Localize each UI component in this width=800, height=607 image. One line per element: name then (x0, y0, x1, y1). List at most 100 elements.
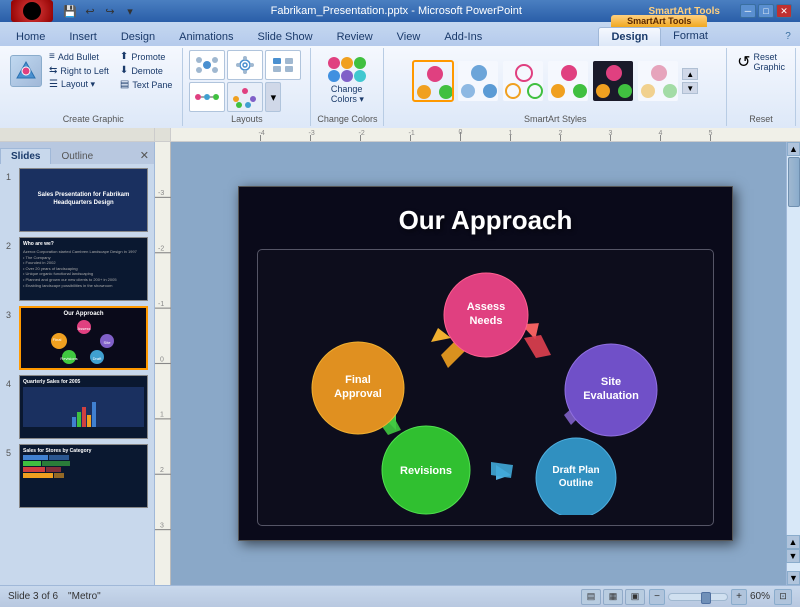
zoom-in-btn[interactable]: + (731, 589, 747, 605)
slide-item-5[interactable]: 5 Sales for Stores by Category (6, 444, 148, 508)
scroll-down-btn[interactable]: ▼ (787, 571, 800, 585)
ribbon: ≡ Add Bullet ⇆ Right to Left ☰ Layout ▾ … (0, 46, 800, 128)
layout-item-4[interactable] (189, 82, 225, 112)
window-title: Fabrikam_Presentation.pptx - Microsoft P… (144, 5, 649, 17)
group-label-smartart-styles: SmartArt Styles (524, 112, 587, 124)
layout-item-2[interactable] (227, 50, 263, 80)
scroll-up-btn[interactable]: ▲ (787, 142, 800, 156)
slide-item-3[interactable]: 3 Our Approach Assess Site Draft (6, 306, 148, 370)
svg-text:-3: -3 (309, 130, 315, 137)
customize-btn[interactable]: ▾ (121, 2, 139, 20)
svg-text:-2: -2 (158, 243, 164, 252)
smartart-style-1[interactable] (412, 60, 454, 102)
layout-btn[interactable]: ☰ Layout ▾ (45, 78, 113, 91)
svg-text:-3: -3 (158, 188, 164, 197)
svg-text:3: 3 (160, 520, 164, 529)
slide-item-4[interactable]: 4 Quarterly Sales for 2005 (6, 375, 148, 439)
window-controls: ─ □ ✕ (740, 4, 792, 18)
theme-info: "Metro" (68, 591, 101, 602)
slide-item-2[interactable]: 2 Who are we? Azerox Corporation started… (6, 237, 148, 301)
svg-text:-1: -1 (409, 130, 415, 137)
smartart-style-6[interactable] (637, 60, 679, 102)
svg-text:Assess: Assess (466, 301, 505, 313)
slideshow-btn[interactable]: ▣ (625, 589, 645, 605)
tab-addins[interactable]: Add-Ins (432, 28, 494, 46)
scroll-track[interactable] (787, 156, 800, 571)
svg-text:2: 2 (559, 130, 563, 137)
smartart-tools-label: SmartArt Tools (611, 15, 707, 27)
slide-list: 1 Sales Presentation for Fabrikam Headqu… (0, 164, 154, 585)
tab-smartart-format[interactable]: Format (661, 27, 720, 46)
slide-title: Our Approach (239, 187, 732, 236)
tab-view[interactable]: View (385, 28, 433, 46)
smartart-style-4[interactable] (547, 60, 589, 102)
status-bar: Slide 3 of 6 "Metro" ▤ ▦ ▣ − + 60% ⊡ (0, 585, 800, 607)
scroll-next-btn[interactable]: ▼ (786, 549, 800, 563)
quick-access-toolbar: 💾 ↩ ↪ ▾ (56, 2, 144, 20)
add-shape-btn[interactable] (10, 55, 42, 87)
status-right: ▤ ▦ ▣ − + 60% ⊡ (581, 589, 792, 605)
scroll-prev-btn[interactable]: ▲ (786, 535, 800, 549)
slide-canvas[interactable]: Our Approach (238, 186, 733, 541)
add-bullet-btn[interactable]: ≡ Add Bullet (45, 50, 113, 63)
tab-outline[interactable]: Outline (51, 149, 103, 164)
fit-btn[interactable]: ⊡ (774, 589, 792, 605)
svg-text:Approval: Approval (334, 388, 382, 400)
styles-scroll[interactable]: ▲ ▼ (682, 68, 698, 94)
zoom-slider[interactable] (668, 593, 728, 601)
normal-view-btn[interactable]: ▤ (581, 589, 601, 605)
svg-text:0: 0 (459, 129, 463, 136)
panel-close-btn[interactable]: ✕ (135, 147, 154, 164)
layout-item-3[interactable] (265, 50, 301, 80)
svg-text:1: 1 (509, 130, 513, 137)
layout-item-1[interactable] (189, 50, 225, 80)
text-pane-btn[interactable]: ▤ Text Pane (116, 78, 176, 91)
zoom-thumb[interactable] (701, 592, 711, 604)
change-colors-btn[interactable]: ChangeColors ▾ (322, 55, 372, 107)
smartart-style-3[interactable] (502, 60, 544, 102)
close-btn[interactable]: ✕ (776, 4, 792, 18)
slide-sorter-btn[interactable]: ▦ (603, 589, 623, 605)
smartart-style-2[interactable] (457, 60, 499, 102)
promote-btn[interactable]: ⬆ Promote (116, 50, 176, 63)
layout-item-scroll[interactable]: ▾ (265, 82, 281, 112)
tab-insert[interactable]: Insert (57, 28, 109, 46)
right-to-left-btn[interactable]: ⇆ Right to Left (45, 64, 113, 77)
tab-slides[interactable]: Slides (0, 148, 51, 164)
tab-design[interactable]: Design (109, 28, 167, 46)
group-change-colors: ChangeColors ▾ Change Colors (311, 48, 384, 126)
tab-slideshow[interactable]: Slide Show (246, 28, 325, 46)
group-create-graphic: ≡ Add Bullet ⇆ Right to Left ☰ Layout ▾ … (4, 48, 183, 126)
svg-text:4: 4 (659, 130, 663, 137)
zoom-controls: − + 60% (649, 589, 770, 605)
demote-btn[interactable]: ⬇ Demote (116, 64, 176, 77)
office-button[interactable] (11, 0, 53, 22)
layout-item-5[interactable] (227, 82, 263, 112)
maximize-btn[interactable]: □ (758, 4, 774, 18)
scroll-thumb[interactable] (788, 157, 800, 207)
scrollbar-vertical[interactable]: ▲ ▼ (786, 142, 800, 585)
undo-btn[interactable]: ↩ (81, 2, 99, 20)
tab-animations[interactable]: Animations (167, 28, 245, 46)
tab-review[interactable]: Review (325, 28, 385, 46)
tab-smartart-design[interactable]: Design (598, 27, 661, 46)
tab-home[interactable]: Home (4, 28, 57, 46)
group-label-change-colors: Change Colors (317, 112, 377, 124)
zoom-out-btn[interactable]: − (649, 589, 665, 605)
help-btn[interactable]: ? (780, 28, 796, 44)
reset-graphic-btn[interactable]: ↺ ResetGraphic (733, 50, 789, 74)
ruler-vertical: -3 -2 -1 0 1 2 3 (155, 142, 171, 585)
redo-btn[interactable]: ↪ (101, 2, 119, 20)
svg-text:Final: Final (345, 374, 371, 386)
svg-text:0: 0 (160, 354, 164, 363)
smartart-frame[interactable]: Assess Needs Site Evaluation Draft Plan … (257, 249, 714, 526)
smartart-style-5[interactable] (592, 60, 634, 102)
smartart-diagram: Assess Needs Site Evaluation Draft Plan … (276, 260, 696, 515)
svg-text:2: 2 (160, 465, 164, 474)
save-btn[interactable]: 💾 (61, 2, 79, 20)
slide-item-1[interactable]: 1 Sales Presentation for Fabrikam Headqu… (6, 168, 148, 232)
svg-text:Outline: Outline (558, 478, 593, 489)
main-area: Slides Outline ✕ 1 Sales Presentation fo… (0, 142, 800, 585)
minimize-btn[interactable]: ─ (740, 4, 756, 18)
svg-text:Final: Final (52, 337, 61, 342)
